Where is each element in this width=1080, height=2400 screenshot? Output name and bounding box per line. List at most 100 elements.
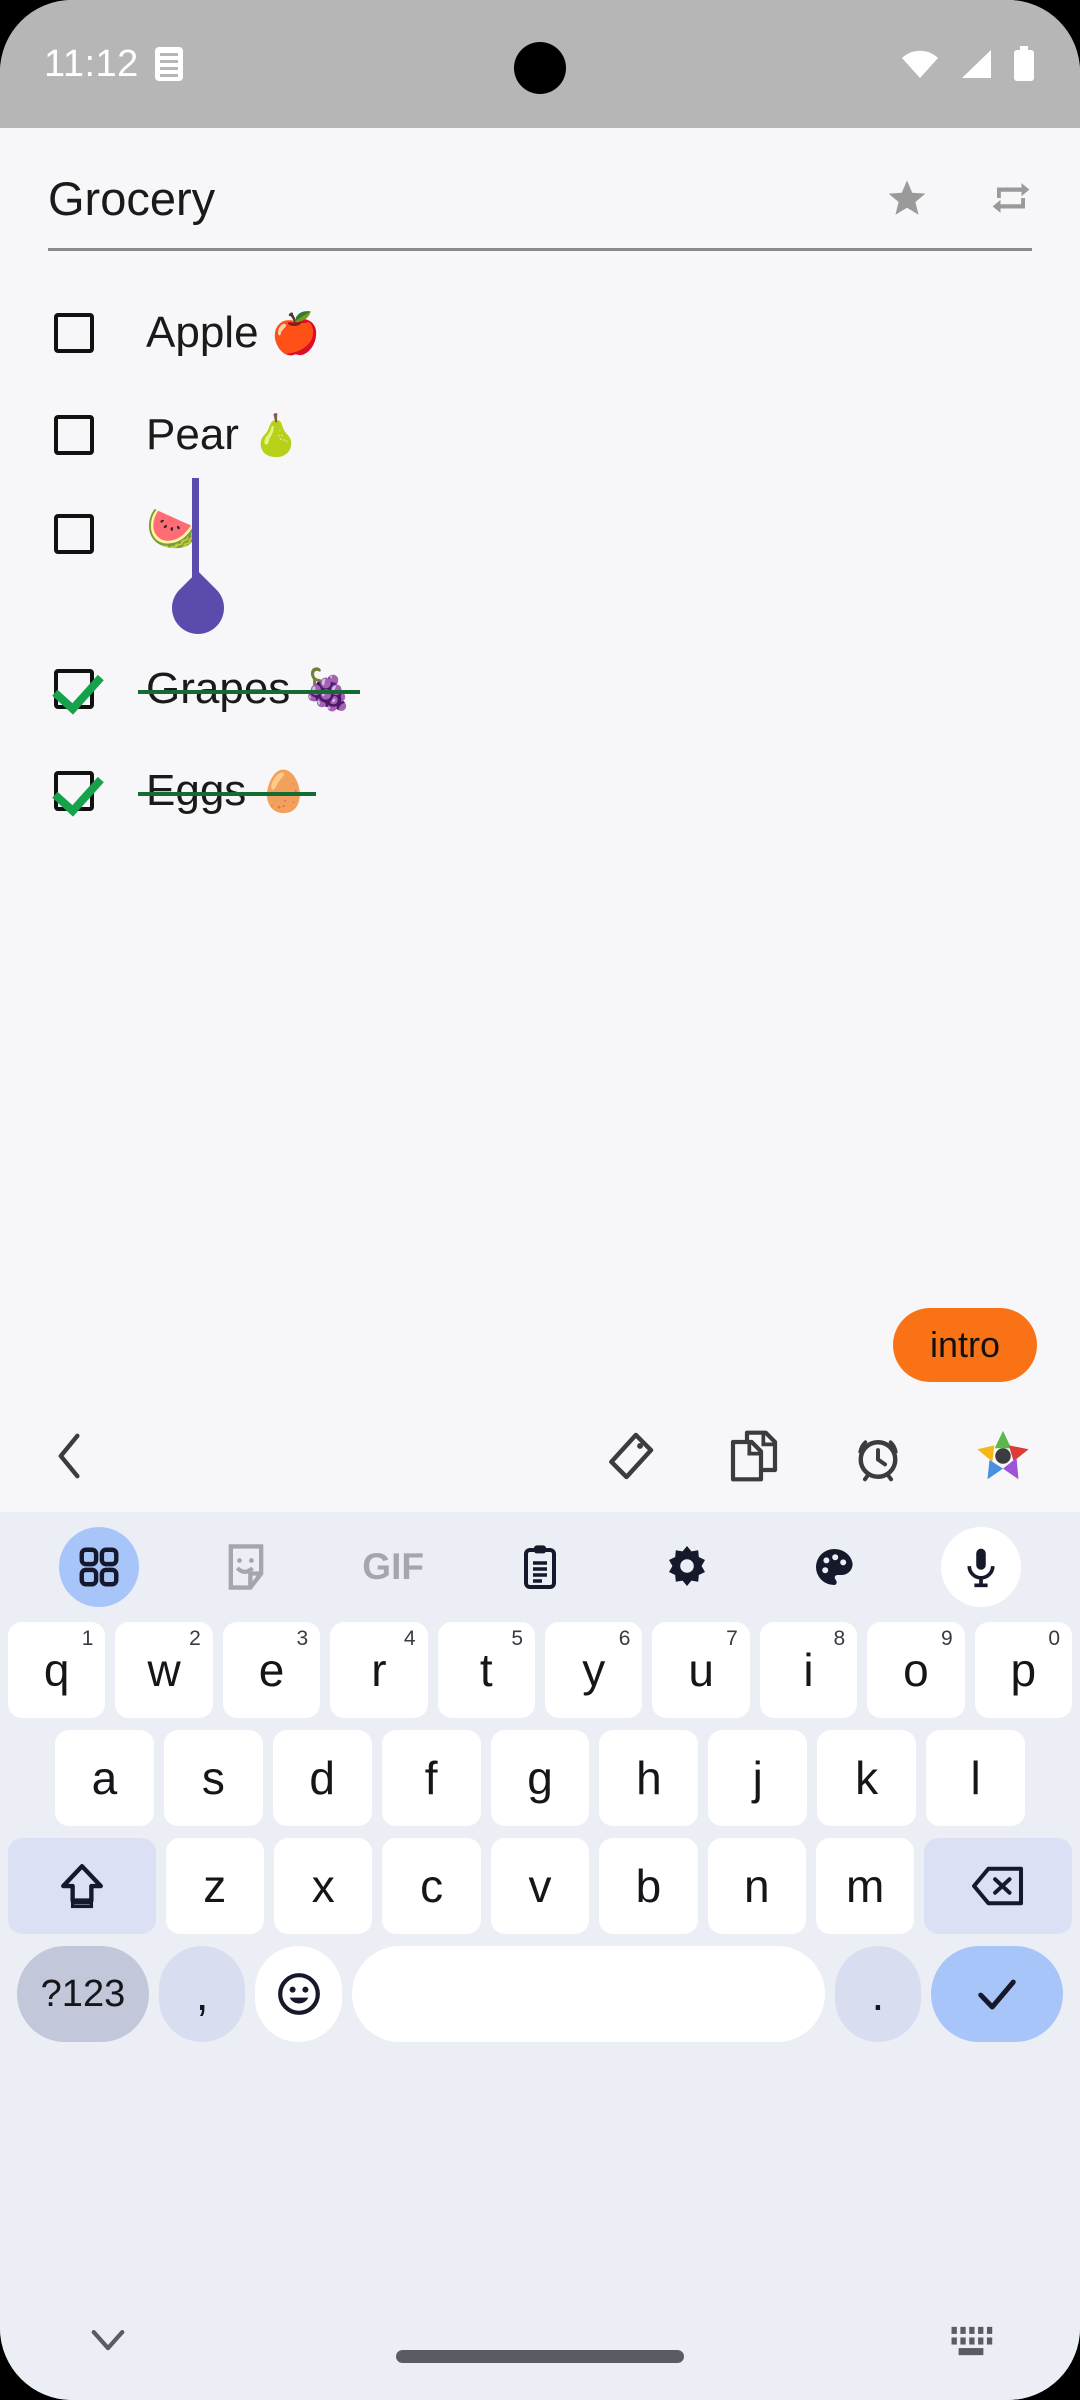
key-m[interactable]: m	[816, 1838, 915, 1934]
key-s[interactable]: s	[163, 1730, 263, 1826]
favorite-star-icon[interactable]	[886, 177, 928, 219]
keyboard-tool-clipboard[interactable]	[467, 1512, 614, 1622]
keyboard-toolbar: GIF	[0, 1512, 1080, 1622]
key-label: t	[479, 1644, 493, 1696]
keyboard-tool-settings[interactable]	[613, 1512, 760, 1622]
key-w[interactable]: 2w	[115, 1622, 213, 1718]
list-item-edit-field[interactable]: 🍉	[146, 478, 235, 645]
checkbox-pear[interactable]	[54, 415, 94, 455]
key-b[interactable]: b	[599, 1838, 698, 1934]
backspace-key[interactable]	[924, 1838, 1073, 1934]
list-item-label: Apple 🍎	[146, 311, 321, 355]
key-r[interactable]: 4r	[330, 1622, 428, 1718]
note-title-actions	[886, 177, 1032, 219]
title-underline	[48, 248, 1032, 251]
alarm-clock-icon[interactable]	[850, 1428, 906, 1484]
key-hint: 7	[726, 1627, 738, 1650]
period-key[interactable]: .	[834, 1946, 922, 2042]
keyboard-row-1: 1q 2w 3e 4r 5t 6y 7u 8i 9o 0p	[0, 1622, 1080, 1718]
camera-cutout	[514, 42, 566, 94]
status-bar-left: 11:12	[44, 43, 183, 86]
key-y[interactable]: 6y	[545, 1622, 643, 1718]
key-z[interactable]: z	[165, 1838, 264, 1934]
key-t[interactable]: 5t	[437, 1622, 535, 1718]
key-j[interactable]: j	[708, 1730, 808, 1826]
key-x[interactable]: x	[273, 1838, 373, 1934]
key-l[interactable]: l	[926, 1730, 1026, 1826]
wifi-icon	[900, 48, 940, 80]
key-label: o	[903, 1644, 929, 1696]
comma-key[interactable]: ,	[158, 1946, 246, 2042]
intro-suggestion-chip[interactable]: intro	[893, 1308, 1037, 1382]
list-item-editing[interactable]: 🍉	[0, 478, 1080, 645]
keyboard-tool-theme[interactable]	[760, 1512, 907, 1622]
home-indicator[interactable]	[396, 2350, 684, 2363]
grapes-emoji: 🍇	[302, 668, 353, 712]
list-item[interactable]: Pear 🍐	[0, 384, 1080, 486]
key-n[interactable]: n	[707, 1838, 807, 1934]
keyboard-tool-stickers[interactable]	[173, 1512, 320, 1622]
checkbox-eggs[interactable]	[54, 771, 94, 811]
keyboard-row-3: z x c v b n m	[0, 1838, 1080, 1934]
checkbox-apple[interactable]	[54, 313, 94, 353]
emoji-key[interactable]	[255, 1946, 342, 2042]
key-hint: 3	[296, 1627, 309, 1650]
status-bar-clock: 11:12	[44, 42, 139, 85]
checkbox-editing[interactable]	[54, 514, 94, 554]
list-item-text: Grapes	[146, 664, 291, 713]
repeat-icon[interactable]	[990, 177, 1032, 219]
star-app-icon[interactable]	[974, 1427, 1032, 1485]
copy-icon[interactable]	[726, 1428, 782, 1484]
keyboard-switch-icon[interactable]	[948, 2323, 994, 2359]
keyboard-tool-apps[interactable]	[26, 1512, 173, 1622]
key-label: r	[371, 1644, 387, 1696]
key-h[interactable]: h	[599, 1730, 699, 1826]
key-f[interactable]: f	[381, 1730, 481, 1826]
key-a[interactable]: a	[55, 1730, 154, 1826]
list-item-text: Apple	[146, 308, 259, 357]
enter-key[interactable]	[931, 1946, 1063, 2042]
apps-grid-icon	[59, 1527, 140, 1607]
key-g[interactable]: g	[490, 1730, 590, 1826]
key-q[interactable]: 1q	[7, 1622, 106, 1718]
key-hint: 2	[189, 1627, 201, 1650]
chevron-down-icon[interactable]	[86, 2325, 130, 2357]
text-cursor-handle[interactable]	[161, 571, 235, 645]
key-label: e	[258, 1644, 285, 1696]
key-k[interactable]: k	[817, 1730, 917, 1826]
list-item[interactable]: Grapes 🍇	[0, 638, 1080, 740]
shift-key[interactable]	[7, 1838, 156, 1934]
list-item[interactable]: Eggs 🥚	[0, 740, 1080, 842]
symbols-key[interactable]: ?123	[17, 1946, 149, 2042]
key-hint: 1	[81, 1627, 94, 1650]
key-i[interactable]: 8i	[759, 1622, 858, 1718]
back-chevron-icon[interactable]	[48, 1430, 92, 1482]
note-title[interactable]: Grocery	[48, 175, 215, 222]
keyboard-tool-gif[interactable]: GIF	[320, 1512, 467, 1622]
key-hint: 0	[1048, 1627, 1061, 1650]
key-d[interactable]: d	[272, 1730, 372, 1826]
palette-icon	[794, 1527, 874, 1607]
navigation-bar	[0, 2282, 1080, 2400]
key-c[interactable]: c	[382, 1838, 481, 1934]
gif-icon: GIF	[353, 1527, 433, 1607]
app-toolbar	[0, 1408, 1080, 1504]
battery-icon	[1012, 46, 1036, 82]
space-key[interactable]	[351, 1946, 825, 2042]
status-bar-right	[900, 46, 1036, 82]
sticker-icon	[206, 1527, 286, 1607]
tag-icon[interactable]	[602, 1428, 658, 1484]
keyboard-tool-voice[interactable]	[907, 1512, 1054, 1622]
watermelon-emoji: 🍉	[146, 505, 199, 552]
key-hint: 6	[618, 1627, 631, 1650]
key-o[interactable]: 9o	[867, 1622, 965, 1718]
key-p[interactable]: 0p	[974, 1622, 1073, 1718]
toolbar-actions	[602, 1427, 1032, 1485]
key-u[interactable]: 7u	[652, 1622, 750, 1718]
checkbox-grapes[interactable]	[54, 669, 94, 709]
key-v[interactable]: v	[490, 1838, 590, 1934]
list-item[interactable]: Apple 🍎	[0, 282, 1080, 384]
egg-emoji: 🥚	[258, 770, 309, 814]
key-e[interactable]: 3e	[222, 1622, 321, 1718]
key-hint: 4	[403, 1627, 416, 1650]
